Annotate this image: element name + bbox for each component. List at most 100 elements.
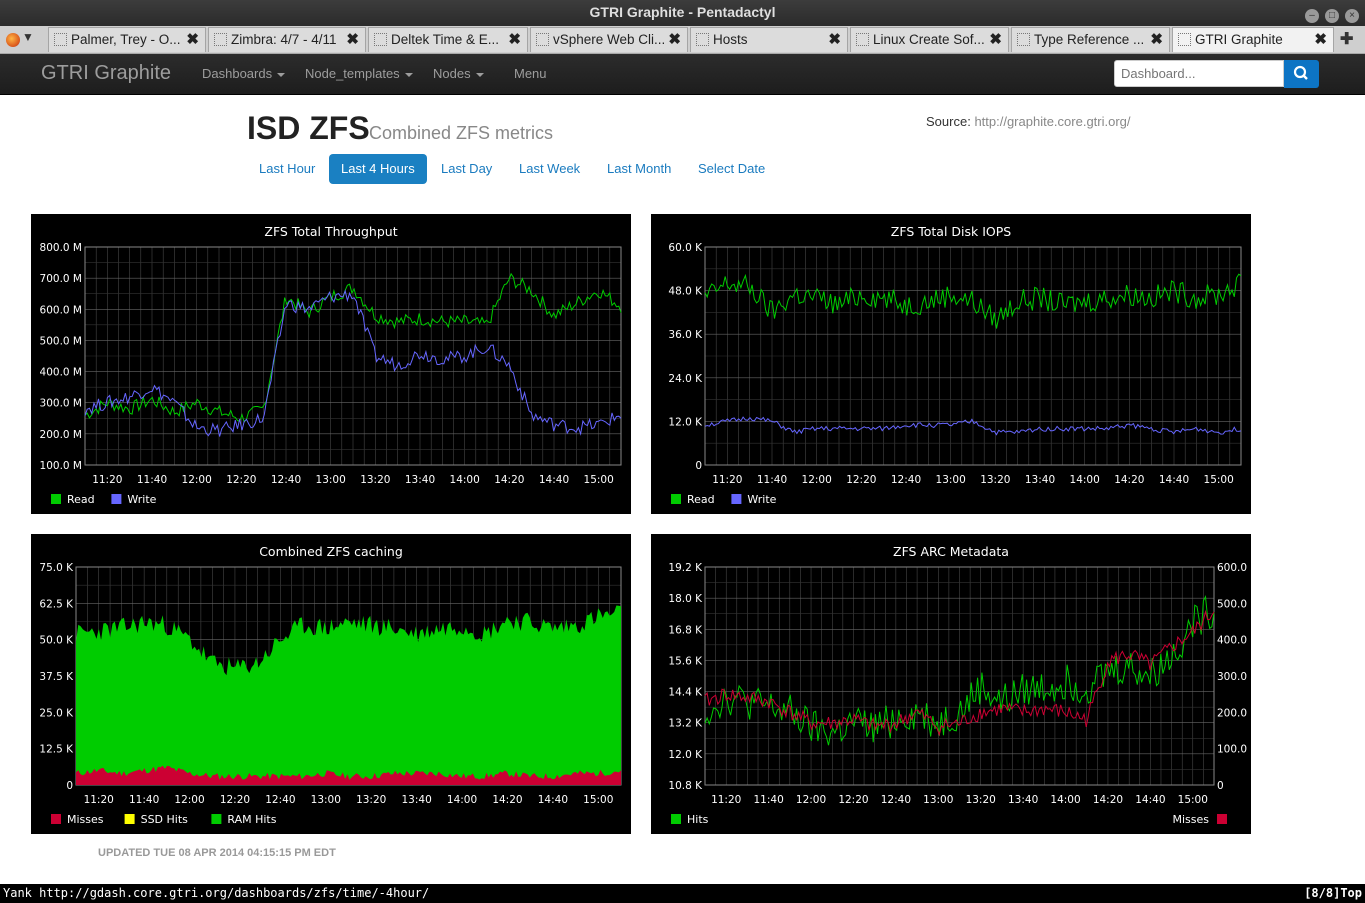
y-right-tick-label: 400.0 — [1217, 635, 1247, 647]
dashboard-search-input[interactable] — [1114, 60, 1284, 87]
updated-timestamp: UPDATED TUE 08 APR 2014 04:15:15 PM EDT — [98, 847, 336, 859]
outlook-icon — [54, 33, 67, 46]
y-right-tick-label: 600.0 — [1217, 562, 1247, 574]
close-tab-icon[interactable]: ✖ — [346, 30, 359, 48]
tab-label: Deltek Time & E... — [391, 32, 500, 47]
brand-logo-text[interactable]: GTRI Graphite — [41, 62, 171, 85]
y-tick-label: 800.0 M — [40, 242, 82, 254]
x-tick-label: 12:20 — [220, 794, 250, 806]
legend-swatch-ssd-hits — [124, 814, 135, 824]
y-right-tick-label: 0 — [1217, 780, 1224, 792]
x-tick-label: 13:20 — [360, 474, 390, 486]
last-hour-button[interactable]: Last Hour — [247, 154, 327, 184]
x-tick-label: 14:00 — [1070, 474, 1100, 486]
y-right-tick-label: 500.0 — [1217, 598, 1247, 610]
y-tick-label: 25.0 K — [39, 707, 74, 719]
y-tick-label: 15.6 K — [668, 655, 703, 667]
x-tick-label: 15:00 — [584, 474, 614, 486]
tab-label: Palmer, Trey - O... — [71, 32, 181, 47]
x-tick-label: 14:00 — [1050, 794, 1080, 806]
zfs-total-throughput-chart[interactable]: ZFS Total Throughput 100.0 M 200.0 M 300.0 … — [31, 214, 631, 514]
y-tick-label: 100.0 M — [40, 460, 82, 472]
close-tab-icon[interactable]: ✖ — [508, 30, 521, 48]
nav-dashboards-dropdown[interactable]: Dashboards — [202, 66, 286, 81]
x-tick-label: 12:40 — [271, 474, 301, 486]
x-tick-label: 14:20 — [494, 474, 524, 486]
tab-gtri-graphite[interactable]: GTRI Graphite ✖ — [1172, 27, 1334, 52]
hosts-icon — [696, 33, 709, 46]
tab-label: vSphere Web Cli... — [553, 32, 666, 47]
series-ram-hits-area — [76, 605, 621, 785]
y-tick-label: 300.0 M — [40, 398, 82, 410]
y-tick-label: 0 — [66, 780, 73, 792]
y-tick-label: 24.0 K — [668, 373, 703, 385]
x-tick-label: 13:20 — [356, 794, 386, 806]
tab-hosts[interactable]: Hosts ✖ — [690, 27, 848, 52]
y-tick-label: 10.8 K — [668, 780, 703, 792]
close-tab-icon[interactable]: ✖ — [989, 30, 1002, 48]
tab-label: Type Reference ... — [1034, 32, 1145, 47]
legend-label: Write — [747, 493, 776, 506]
x-tick-label: 11:20 — [711, 794, 741, 806]
legend-swatch-misses — [1217, 814, 1227, 824]
y-tick-label: 50.0 K — [39, 635, 74, 647]
minimize-window-button[interactable]: – — [1305, 9, 1319, 23]
tab-deltek[interactable]: Deltek Time & E... ✖ — [368, 27, 528, 52]
y-tick-label: 700.0 M — [40, 273, 82, 285]
search-button[interactable] — [1284, 60, 1319, 88]
close-tab-icon[interactable]: ✖ — [1314, 30, 1327, 48]
chart-title: ZFS Total Throughput — [264, 224, 397, 239]
tab-label: Linux Create Sof... — [873, 32, 985, 47]
last-4-hours-button[interactable]: Last 4 Hours — [329, 154, 427, 184]
tab-linux-create[interactable]: Linux Create Sof... ✖ — [850, 27, 1009, 52]
last-month-button[interactable]: Last Month — [595, 154, 683, 184]
close-tab-icon[interactable]: ✖ — [1150, 30, 1163, 48]
tab-palmer-trey[interactable]: Palmer, Trey - O... ✖ — [48, 27, 206, 52]
dropdown-arrow-icon: ▼ — [22, 30, 34, 45]
tab-type-reference[interactable]: Type Reference ... ✖ — [1011, 27, 1170, 52]
nav-nodes-dropdown[interactable]: Nodes — [433, 66, 484, 81]
last-week-button[interactable]: Last Week — [507, 154, 592, 184]
legend-label: Write — [127, 493, 156, 506]
close-window-button[interactable]: × — [1345, 9, 1359, 23]
caret-down-icon — [475, 72, 484, 77]
last-day-button[interactable]: Last Day — [429, 154, 504, 184]
zfs-arc-metadata-chart[interactable]: ZFS ARC Metadata 10.8 K 12.0 K 13.2 K 14.4 K… — [651, 534, 1251, 834]
x-tick-label: 14:40 — [1135, 794, 1165, 806]
x-tick-label: 13:00 — [311, 794, 341, 806]
nav-menu-link[interactable]: Menu — [514, 66, 547, 81]
source-info: Source: http://graphite.core.gtri.org/ — [926, 114, 1131, 129]
tab-zimbra[interactable]: Zimbra: 4/7 - 4/11 ✖ — [208, 27, 366, 52]
y-right-tick-label: 100.0 — [1217, 744, 1247, 756]
tab-label: Hosts — [713, 32, 748, 47]
select-date-button[interactable]: Select Date — [686, 154, 777, 184]
y-tick-label: 0 — [695, 460, 702, 472]
y-tick-label: 36.0 K — [668, 329, 703, 341]
x-tick-label: 12:00 — [174, 794, 204, 806]
legend-label: Read — [687, 493, 715, 506]
window-title-bar: GTRI Graphite - Pentadactyl – □ × — [0, 0, 1365, 26]
firefox-menu-button[interactable]: ▼ — [2, 29, 42, 51]
new-tab-button[interactable]: ✚ — [1340, 29, 1353, 49]
zfs-total-disk-iops-chart[interactable]: ZFS Total Disk IOPS 0 12.0 K 24.0 K 36.0 K 48… — [651, 214, 1251, 514]
y-tick-label: 62.5 K — [39, 598, 74, 610]
x-tick-label: 14:40 — [1159, 474, 1189, 486]
firefox-icon — [6, 33, 20, 47]
x-tick-label: 13:40 — [405, 474, 435, 486]
y-tick-label: 19.2 K — [668, 562, 703, 574]
nav-node-templates-dropdown[interactable]: Node_templates — [305, 66, 413, 81]
y-tick-label: 75.0 K — [39, 562, 74, 574]
x-tick-label: 13:00 — [936, 474, 966, 486]
legend-label: Misses — [67, 813, 104, 826]
x-tick-label: 11:20 — [92, 474, 122, 486]
close-tab-icon[interactable]: ✖ — [828, 30, 841, 48]
chart-title: ZFS Total Disk IOPS — [891, 224, 1011, 239]
maximize-window-button[interactable]: □ — [1325, 9, 1339, 23]
legend-swatch-write — [111, 494, 122, 504]
source-url-link[interactable]: http://graphite.core.gtri.org/ — [974, 114, 1130, 129]
close-tab-icon[interactable]: ✖ — [668, 30, 681, 48]
tab-vsphere[interactable]: vSphere Web Cli... ✖ — [530, 27, 688, 52]
legend-swatch-ram-hits — [211, 814, 222, 824]
combined-zfs-caching-chart[interactable]: Combined ZFS caching 0 12.5 K 25.0 K 37.5 K 5… — [31, 534, 631, 834]
close-tab-icon[interactable]: ✖ — [186, 30, 199, 48]
